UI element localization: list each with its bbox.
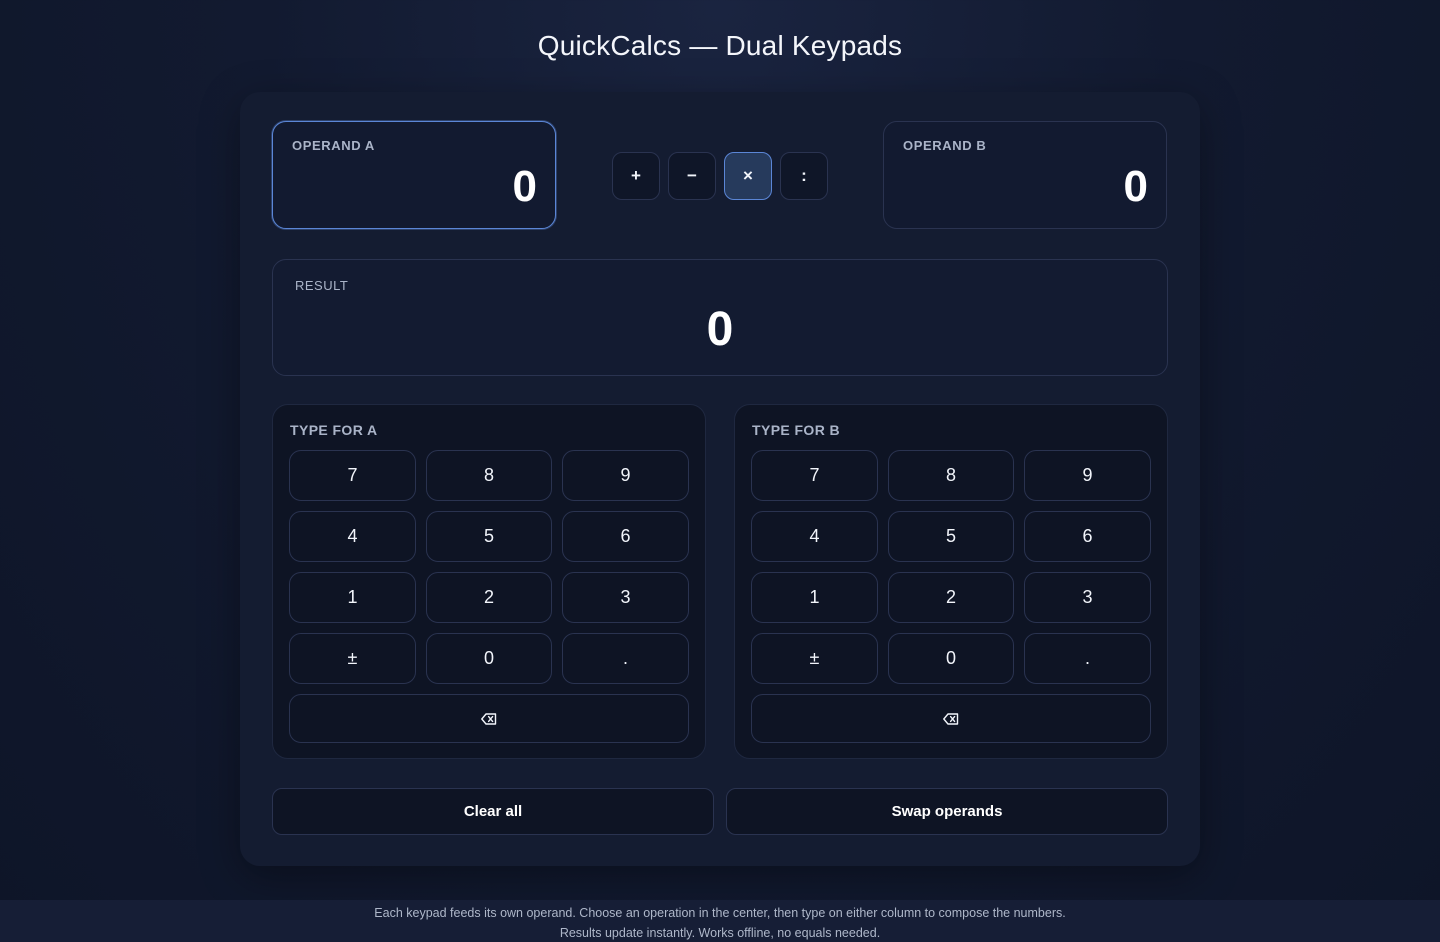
keypad-b-keys: 7 8 9 4 5 6 1 2 3 ± 0 . xyxy=(751,450,1151,743)
keypad-a-key-decimal[interactable]: . xyxy=(562,633,689,684)
operand-a-label: OPERAND A xyxy=(292,138,375,153)
keypad-b-key-2[interactable]: 2 xyxy=(888,572,1014,623)
keypad-b-key-9[interactable]: 9 xyxy=(1024,450,1151,501)
keypad-a-label: TYPE FOR A xyxy=(290,422,378,438)
keypad-a-key-2[interactable]: 2 xyxy=(426,572,552,623)
subtract-button[interactable]: − xyxy=(668,152,716,200)
operand-a-display[interactable]: OPERAND A 0 xyxy=(272,121,556,229)
calculator-panel: OPERAND A 0 + − × : OPERAND B 0 RESULT 0… xyxy=(240,92,1200,866)
divide-button[interactable]: : xyxy=(780,152,828,200)
keypad-b-backspace-button[interactable] xyxy=(751,694,1151,743)
keypad-a-keys: 7 8 9 4 5 6 1 2 3 ± 0 . xyxy=(289,450,689,743)
footer-line-2: Results update instantly. Works offline,… xyxy=(559,926,881,940)
keypad-b-key-sign[interactable]: ± xyxy=(751,633,878,684)
keypad-b: TYPE FOR B 7 8 9 4 5 6 1 2 3 ± 0 . xyxy=(734,404,1168,759)
footer-line-1: Each keypad feeds its own operand. Choos… xyxy=(374,906,1066,920)
keypad-a: TYPE FOR A 7 8 9 4 5 6 1 2 3 ± 0 . xyxy=(272,404,706,759)
keypad-a-key-0[interactable]: 0 xyxy=(426,633,552,684)
keypad-a-key-4[interactable]: 4 xyxy=(289,511,416,562)
keypad-a-key-8[interactable]: 8 xyxy=(426,450,552,501)
keypad-b-key-1[interactable]: 1 xyxy=(751,572,878,623)
keypad-a-key-7[interactable]: 7 xyxy=(289,450,416,501)
swap-operands-button[interactable]: Swap operands xyxy=(726,788,1168,835)
footer: Each keypad feeds its own operand. Choos… xyxy=(0,900,1440,942)
operand-b-display[interactable]: OPERAND B 0 xyxy=(883,121,1167,229)
keypad-b-key-decimal[interactable]: . xyxy=(1024,633,1151,684)
keypad-b-key-0[interactable]: 0 xyxy=(888,633,1014,684)
keypad-b-key-6[interactable]: 6 xyxy=(1024,511,1151,562)
keypad-a-backspace-button[interactable] xyxy=(289,694,689,743)
operand-b-label: OPERAND B xyxy=(903,138,987,153)
keypad-a-key-9[interactable]: 9 xyxy=(562,450,689,501)
backspace-icon xyxy=(481,712,497,725)
keypad-a-key-sign[interactable]: ± xyxy=(289,633,416,684)
result-display: RESULT 0 xyxy=(272,259,1168,376)
multiply-button[interactable]: × xyxy=(724,152,772,200)
keypad-a-key-5[interactable]: 5 xyxy=(426,511,552,562)
keypad-a-key-6[interactable]: 6 xyxy=(562,511,689,562)
keypad-b-label: TYPE FOR B xyxy=(752,422,841,438)
keypad-b-key-4[interactable]: 4 xyxy=(751,511,878,562)
keypad-b-key-7[interactable]: 7 xyxy=(751,450,878,501)
keypad-b-key-8[interactable]: 8 xyxy=(888,450,1014,501)
keypad-a-key-3[interactable]: 3 xyxy=(562,572,689,623)
backspace-icon xyxy=(943,712,959,725)
result-value: 0 xyxy=(706,303,734,356)
keypad-b-key-5[interactable]: 5 xyxy=(888,511,1014,562)
keypad-b-key-3[interactable]: 3 xyxy=(1024,572,1151,623)
operand-b-value: 0 xyxy=(1123,162,1148,211)
page-title: QuickCalcs — Dual Keypads xyxy=(537,30,903,61)
operand-a-value: 0 xyxy=(512,162,537,211)
add-button[interactable]: + xyxy=(612,152,660,200)
keypad-a-key-1[interactable]: 1 xyxy=(289,572,416,623)
clear-all-button[interactable]: Clear all xyxy=(272,788,714,835)
result-label: RESULT xyxy=(295,278,349,293)
operation-selector: + − × : xyxy=(612,152,828,200)
